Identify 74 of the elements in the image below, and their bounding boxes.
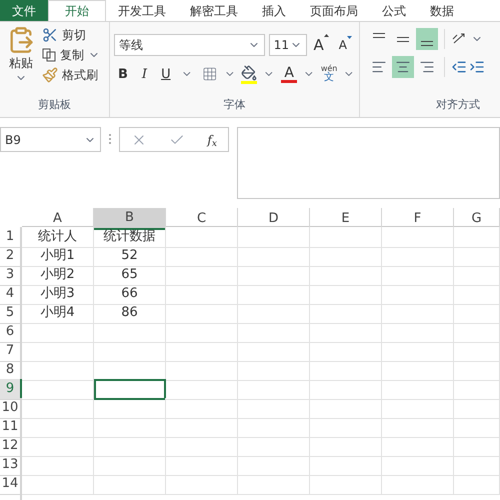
group-label: 剪贴板 [37, 96, 72, 112]
table-cell[interactable]: 小明4 [22, 303, 94, 324]
row-header[interactable]: 7 [0, 341, 22, 362]
formula-input[interactable] [237, 127, 500, 199]
insert-function-button[interactable]: f$_{x}$ [207, 130, 217, 148]
vertical-align-button[interactable] [416, 28, 438, 50]
row-header[interactable]: 5 [0, 303, 22, 324]
center-align-icon [395, 59, 411, 75]
row-header[interactable]: 10 [0, 398, 22, 418]
ribbon-tab[interactable]: 插入 [250, 0, 298, 21]
bottom-align-icon [421, 40, 433, 46]
shrink-font-button[interactable]: A [336, 36, 355, 54]
ribbon-tab[interactable]: 解密工具 [178, 0, 250, 21]
horizontal-align-button[interactable] [392, 56, 414, 78]
table-cell[interactable]: 66 [94, 284, 166, 304]
column-header[interactable]: B [94, 208, 166, 230]
table-cell[interactable]: 小明1 [22, 246, 94, 266]
row-header[interactable]: 11 [0, 417, 22, 438]
fill-color-icon[interactable] [241, 64, 258, 84]
ribbon-tab[interactable]: 公式 [370, 0, 418, 21]
row-header[interactable]: 3 [0, 265, 22, 286]
ribbon-tab[interactable]: 开始 [48, 0, 106, 21]
table-cell[interactable]: 52 [94, 246, 166, 266]
paste-button[interactable]: 粘贴 [4, 26, 38, 96]
top-align-icon [373, 32, 385, 38]
table-cell[interactable] [94, 379, 166, 400]
font-color-button[interactable]: A [281, 66, 298, 83]
group-label: 字体 [222, 96, 246, 112]
left-align-icon [371, 59, 387, 75]
paintbrush-icon [42, 67, 58, 83]
table-cell[interactable]: 统计人 [22, 227, 94, 248]
ribbon-tab[interactable]: 数据 [418, 0, 466, 21]
bold-button[interactable]: B [114, 64, 132, 84]
table-cell[interactable]: 小明2 [22, 265, 94, 286]
row-header[interactable]: 13 [0, 455, 22, 476]
cut-button[interactable]: 剪切 [42, 26, 100, 44]
font-size-field[interactable]: 11 [268, 34, 307, 56]
column-header[interactable]: C [166, 208, 238, 230]
column-header[interactable]: D [238, 208, 310, 230]
column-header[interactable]: E [310, 208, 382, 230]
row-header[interactable]: 2 [0, 246, 22, 266]
group-label: 对齐方式 [435, 96, 481, 112]
underline-button[interactable]: U [157, 64, 175, 84]
decrease-indent-icon[interactable] [451, 59, 467, 75]
borders-icon[interactable] [202, 66, 218, 82]
format-painter-button[interactable]: 格式刷 [42, 66, 100, 84]
copy-icon [42, 48, 56, 62]
copy-button[interactable]: 复制 [42, 46, 100, 64]
table-cell[interactable]: 统计数据 [94, 227, 166, 248]
middle-align-icon [397, 36, 409, 42]
grow-font-button[interactable]: A [310, 34, 332, 56]
column-header[interactable]: F [382, 208, 454, 230]
row-header[interactable]: 12 [0, 436, 22, 456]
ribbon-tab[interactable]: 开发工具 [106, 0, 178, 21]
phonetic-button[interactable]: wén 文 [320, 65, 338, 84]
increase-indent-icon[interactable] [469, 59, 485, 75]
row-header[interactable]: 1 [0, 227, 22, 248]
scissors-icon [42, 27, 58, 43]
ribbon-tab[interactable]: 页面布局 [298, 0, 370, 21]
row-header[interactable]: 9 [0, 379, 22, 400]
row-header[interactable]: 4 [0, 284, 22, 304]
ribbon-tab[interactable]: 文件 [0, 0, 48, 21]
row-header[interactable]: 14 [0, 474, 22, 494]
italic-button[interactable]: I [138, 64, 152, 84]
down-arrow-icon [347, 36, 352, 40]
name-box[interactable]: B9 [0, 127, 101, 152]
right-align-icon [419, 59, 435, 75]
table-cell[interactable]: 65 [94, 265, 166, 286]
table-cell[interactable]: 86 [94, 303, 166, 324]
row-header[interactable]: 6 [0, 322, 22, 342]
column-header[interactable]: G [454, 208, 500, 230]
table-cell[interactable]: 小明3 [22, 284, 94, 304]
font-name-field[interactable]: 等线 [114, 34, 265, 56]
up-arrow-icon [324, 34, 329, 37]
